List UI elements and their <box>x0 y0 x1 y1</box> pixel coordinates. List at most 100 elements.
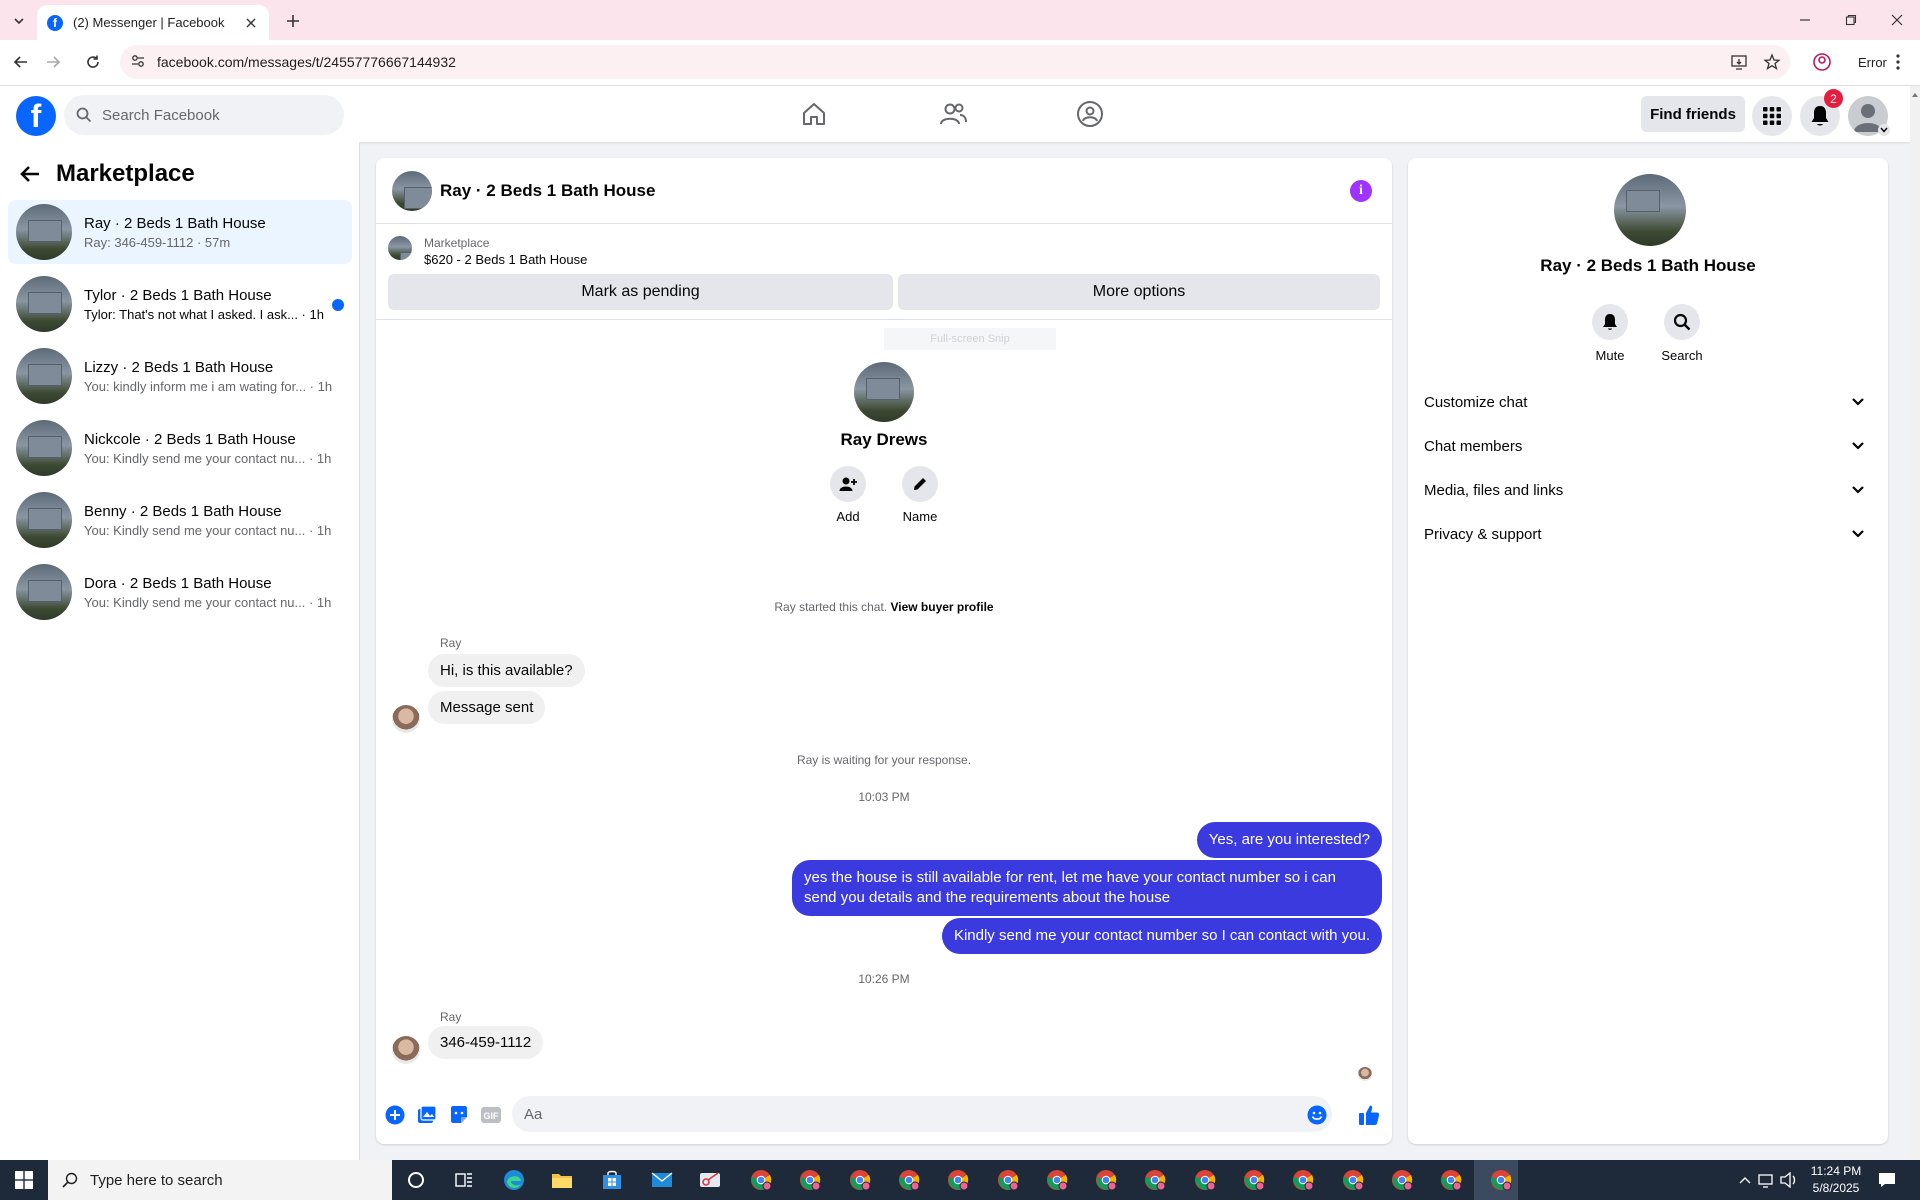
mute-button[interactable]: Mute <box>1580 304 1640 363</box>
thread-item-dora[interactable]: Dora · 2 Beds 1 Bath House You: Kindly s… <box>8 560 352 624</box>
address-bar[interactable]: facebook.com/messages/t/2455777666714493… <box>120 45 1790 79</box>
search-icon <box>76 107 92 123</box>
snipping-tool-icon[interactable] <box>696 1166 724 1194</box>
listing-thumbnail[interactable] <box>388 236 412 260</box>
mail-icon[interactable] <box>648 1166 676 1194</box>
media-files-links-section[interactable]: Media, files and links <box>1424 468 1872 512</box>
chrome-window-icon[interactable] <box>895 1166 923 1194</box>
back-arrow-icon[interactable] <box>20 165 40 183</box>
chrome-window-icon[interactable] <box>846 1166 874 1194</box>
sticker-icon[interactable] <box>448 1104 470 1126</box>
gif-icon[interactable]: GIF <box>480 1104 502 1126</box>
browser-tab[interactable]: f (2) Messenger | Facebook <box>37 5 269 40</box>
chrome-window-icon[interactable] <box>944 1166 972 1194</box>
svg-text:GIF: GIF <box>484 1111 500 1121</box>
thread-item-benny[interactable]: Benny · 2 Beds 1 Bath House You: Kindly … <box>8 488 352 552</box>
chrome-window-icon[interactable] <box>1240 1166 1268 1194</box>
cortana-icon[interactable] <box>402 1166 430 1194</box>
page-scrollbar[interactable] <box>1910 86 1920 1160</box>
windows-start-icon[interactable] <box>0 1160 48 1200</box>
new-tab-icon[interactable] <box>281 9 305 33</box>
groups-icon[interactable] <box>1074 98 1106 130</box>
chrome-window-icon[interactable] <box>747 1166 775 1194</box>
taskbar-search-box[interactable]: Type here to search <box>48 1160 392 1200</box>
find-friends-button[interactable]: Find friends <box>1641 96 1745 132</box>
incoming-message[interactable]: Hi, is this available? <box>428 654 585 687</box>
minimize-icon[interactable] <box>1782 5 1828 35</box>
chrome-window-icon[interactable] <box>1092 1166 1120 1194</box>
facebook-logo-icon[interactable]: f <box>16 96 56 136</box>
reload-icon[interactable] <box>80 49 106 75</box>
customize-chat-section[interactable]: Customize chat <box>1424 380 1872 424</box>
outgoing-message[interactable]: Yes, are you interested? <box>1196 822 1382 858</box>
back-icon[interactable] <box>8 49 34 75</box>
outgoing-message[interactable]: yes the house is still available for ren… <box>792 860 1382 916</box>
file-explorer-icon[interactable] <box>548 1166 576 1194</box>
chat-members-section[interactable]: Chat members <box>1424 424 1872 468</box>
emoji-icon[interactable] <box>1306 1104 1328 1126</box>
friends-icon[interactable] <box>937 98 969 130</box>
site-info-icon[interactable] <box>130 53 146 69</box>
tab-search-icon[interactable] <box>8 10 30 32</box>
incoming-message[interactable]: 346-459-1112 <box>428 1026 544 1059</box>
forward-icon[interactable] <box>40 49 66 75</box>
message-input[interactable]: Aa <box>512 1096 1332 1132</box>
listing-price-title[interactable]: $620 - 2 Beds 1 Bath House <box>424 252 587 267</box>
chrome-window-icon[interactable] <box>994 1166 1022 1194</box>
search-in-conversation-button[interactable]: Search <box>1652 304 1712 363</box>
mark-as-pending-button[interactable]: Mark as pending <box>388 274 893 310</box>
account-chevron-icon[interactable] <box>1878 124 1890 136</box>
menu-grid-icon[interactable] <box>1752 96 1792 136</box>
add-people-button[interactable]: Add <box>818 466 878 524</box>
chrome-window-icon[interactable] <box>1487 1166 1515 1194</box>
chrome-window-icon[interactable] <box>796 1166 824 1194</box>
intro-name: Ray Drews <box>840 430 928 449</box>
chrome-window-icon[interactable] <box>1339 1166 1367 1194</box>
view-buyer-profile-link[interactable]: View buyer profile <box>890 600 993 614</box>
system-clock[interactable]: 11:24 PM 5/8/2025 <box>1800 1163 1872 1197</box>
network-icon[interactable] <box>1758 1171 1776 1189</box>
privacy-support-section[interactable]: Privacy & support <box>1424 512 1872 556</box>
incoming-message[interactable]: Message sent <box>428 691 546 724</box>
thread-item-ray[interactable]: Ray · 2 Beds 1 Bath House Ray: 346-459-1… <box>8 200 352 264</box>
close-window-icon[interactable] <box>1874 5 1920 35</box>
bookmark-star-icon[interactable] <box>1761 51 1783 73</box>
browser-profile-button[interactable]: Error <box>1808 49 1908 75</box>
chrome-window-icon[interactable] <box>1043 1166 1071 1194</box>
attach-photo-icon[interactable] <box>416 1104 438 1126</box>
more-actions-plus-icon[interactable] <box>384 1104 406 1126</box>
conversation-info-icon[interactable]: i <box>1350 180 1372 202</box>
chrome-window-icon[interactable] <box>1289 1166 1317 1194</box>
home-icon[interactable] <box>798 98 830 130</box>
install-app-icon[interactable] <box>1728 51 1750 73</box>
thumbs-up-icon[interactable] <box>1358 1104 1380 1126</box>
chrome-window-icon[interactable] <box>1191 1166 1219 1194</box>
microsoft-store-icon[interactable] <box>598 1166 626 1194</box>
sender-avatar[interactable] <box>392 705 420 733</box>
thread-item-lizzy[interactable]: Lizzy · 2 Beds 1 Bath House You: kindly … <box>8 344 352 408</box>
chrome-window-icon[interactable] <box>1141 1166 1169 1194</box>
facebook-search-input[interactable]: Search Facebook <box>64 95 344 135</box>
volume-icon[interactable] <box>1780 1171 1798 1189</box>
outgoing-message[interactable]: Kindly send me your contact number so I … <box>941 918 1382 954</box>
restore-icon[interactable] <box>1828 5 1874 35</box>
details-avatar[interactable] <box>1614 174 1686 246</box>
edge-browser-icon[interactable] <box>500 1166 528 1194</box>
chat-title[interactable]: Ray · 2 Beds 1 Bath House <box>440 181 655 201</box>
chrome-window-icon[interactable] <box>1388 1166 1416 1194</box>
edit-name-button[interactable]: Name <box>890 466 950 524</box>
add-label: Add <box>836 509 860 524</box>
thread-item-tylor[interactable]: Tylor · 2 Beds 1 Bath House Tylor: That'… <box>8 272 352 336</box>
task-view-icon[interactable] <box>450 1166 478 1194</box>
chrome-window-icon[interactable] <box>1437 1166 1465 1194</box>
thread-item-nickcole[interactable]: Nickcole · 2 Beds 1 Bath House You: Kind… <box>8 416 352 480</box>
show-hidden-icons-chevron-icon[interactable] <box>1736 1171 1754 1189</box>
unread-dot <box>332 299 344 311</box>
chat-avatar[interactable] <box>392 170 432 211</box>
tab-close-icon[interactable] <box>243 15 259 31</box>
browser-menu-icon[interactable] <box>1896 54 1900 70</box>
intro-avatar[interactable] <box>854 362 914 422</box>
more-options-button[interactable]: More options <box>898 274 1380 310</box>
sender-avatar[interactable] <box>392 1036 420 1064</box>
action-center-icon[interactable] <box>1878 1171 1896 1189</box>
